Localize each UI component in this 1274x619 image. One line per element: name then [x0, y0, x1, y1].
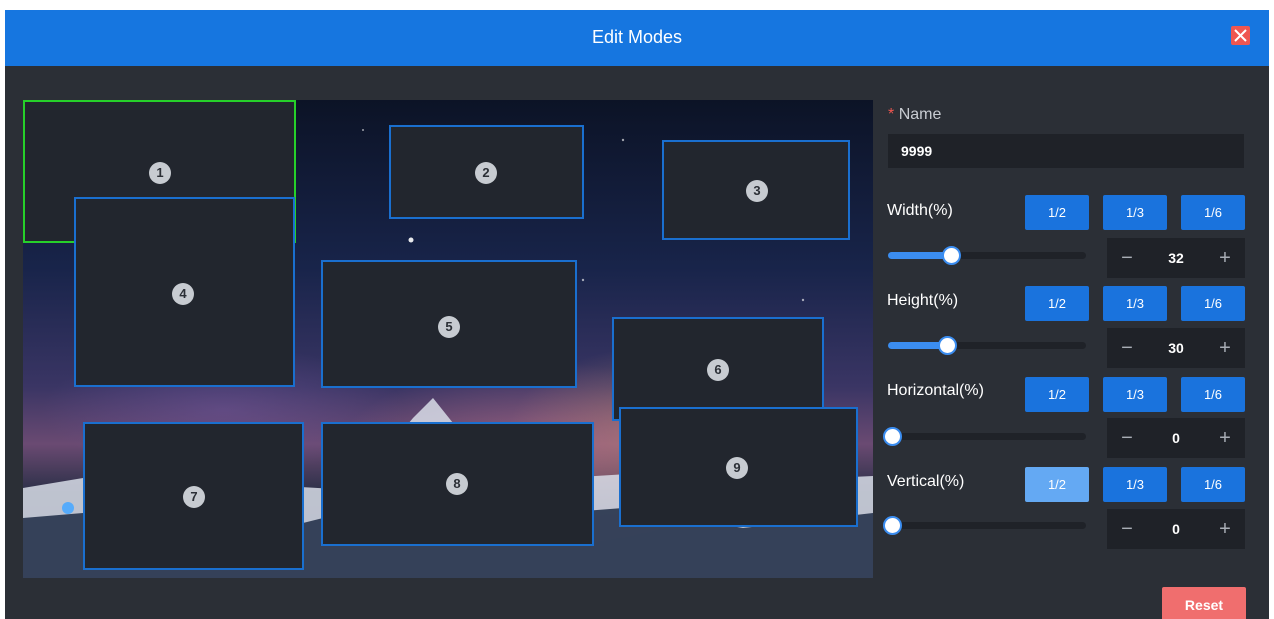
region-number-badge: 6 [707, 359, 729, 381]
height-sixth-button[interactable]: 1/6 [1181, 286, 1245, 321]
layout-region-8[interactable]: 8 [321, 422, 594, 546]
layout-region-6[interactable]: 6 [612, 317, 824, 421]
width-third-button[interactable]: 1/3 [1103, 195, 1167, 230]
region-number-badge: 4 [172, 283, 194, 305]
width-slider-thumb[interactable] [942, 246, 961, 265]
height-slider[interactable] [888, 336, 1086, 355]
horizontal-value[interactable]: 0 [1147, 418, 1205, 458]
name-input[interactable] [888, 134, 1244, 168]
horizontal-slider[interactable] [883, 427, 1086, 446]
width-decrement-button[interactable]: − [1107, 238, 1147, 278]
layout-region-3[interactable]: 3 [662, 140, 850, 240]
horizontal-stepper: − 0 + [1107, 418, 1245, 458]
name-label-text: Name [898, 106, 942, 123]
region-number-badge: 1 [149, 162, 171, 184]
height-increment-button[interactable]: + [1205, 328, 1245, 368]
close-icon [1234, 29, 1247, 42]
dialog-titlebar: Edit Modes [5, 10, 1269, 66]
horizontal-label: Horizontal(%) [887, 382, 984, 399]
layout-region-7[interactable]: 7 [83, 422, 304, 570]
reset-button[interactable]: Reset [1162, 587, 1246, 619]
vertical-third-button[interactable]: 1/3 [1103, 467, 1167, 502]
vertical-half-button[interactable]: 1/2 [1025, 467, 1089, 502]
height-value[interactable]: 30 [1147, 328, 1205, 368]
edit-modes-dialog: Edit Modes 1 2 3 4 5 6 7 8 9 * Name 9999… [5, 10, 1269, 619]
region-number-badge: 5 [438, 316, 460, 338]
name-label: * Name [888, 106, 941, 124]
width-sixth-button[interactable]: 1/6 [1181, 195, 1245, 230]
layout-region-9[interactable]: 9 [619, 407, 858, 527]
layout-region-2[interactable]: 2 [389, 125, 584, 219]
vertical-slider[interactable] [883, 516, 1086, 535]
height-slider-thumb[interactable] [938, 336, 957, 355]
height-stepper: − 30 + [1107, 328, 1245, 368]
dialog-title: Edit Modes [591, 27, 683, 47]
horizontal-sixth-button[interactable]: 1/6 [1181, 377, 1245, 412]
width-label: Width(%) [887, 202, 953, 219]
width-value[interactable]: 32 [1147, 238, 1205, 278]
region-number-badge: 2 [475, 162, 497, 184]
width-stepper: − 32 + [1107, 238, 1245, 278]
vertical-slider-thumb[interactable] [883, 516, 902, 535]
height-label: Height(%) [887, 292, 959, 309]
layout-preview-canvas: 1 2 3 4 5 6 7 8 9 [23, 100, 873, 578]
region-number-badge: 3 [746, 180, 768, 202]
region-number-badge: 9 [726, 457, 748, 479]
vertical-value[interactable]: 0 [1147, 509, 1205, 549]
width-increment-button[interactable]: + [1205, 238, 1245, 278]
vertical-increment-button[interactable]: + [1205, 509, 1245, 549]
horizontal-decrement-button[interactable]: − [1107, 418, 1147, 458]
vertical-sixth-button[interactable]: 1/6 [1181, 467, 1245, 502]
required-mark: * [888, 106, 895, 123]
vertical-label: Vertical(%) [887, 473, 965, 490]
region-number-badge: 8 [446, 473, 468, 495]
height-half-button[interactable]: 1/2 [1025, 286, 1089, 321]
horizontal-slider-thumb[interactable] [883, 427, 902, 446]
layout-region-4[interactable]: 4 [74, 197, 295, 387]
vertical-stepper: − 0 + [1107, 509, 1245, 549]
region-number-badge: 7 [183, 486, 205, 508]
vertical-decrement-button[interactable]: − [1107, 509, 1147, 549]
horizontal-increment-button[interactable]: + [1205, 418, 1245, 458]
close-button[interactable] [1231, 26, 1250, 45]
height-decrement-button[interactable]: − [1107, 328, 1147, 368]
width-half-button[interactable]: 1/2 [1025, 195, 1089, 230]
width-slider[interactable] [888, 246, 1086, 265]
horizontal-half-button[interactable]: 1/2 [1025, 377, 1089, 412]
horizontal-third-button[interactable]: 1/3 [1103, 377, 1167, 412]
height-third-button[interactable]: 1/3 [1103, 286, 1167, 321]
layout-region-5[interactable]: 5 [321, 260, 577, 388]
